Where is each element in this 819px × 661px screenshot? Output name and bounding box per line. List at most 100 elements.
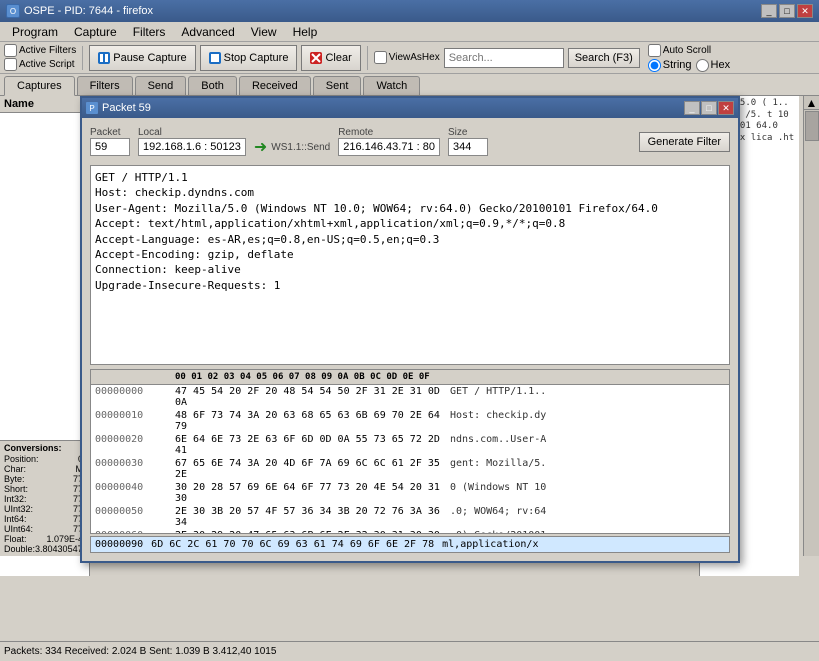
dialog-icon: P: [86, 102, 98, 114]
dialog-titlebar: P Packet 59 _ □ ✕: [82, 98, 738, 118]
active-script-checkbox[interactable]: Active Script: [4, 58, 76, 71]
hex-ascii: Host: checkip.dy: [450, 410, 725, 432]
local-addr-value: 192.168.1.6 : 50123: [138, 138, 246, 156]
hex-header: 00 01 02 03 04 05 06 07 08 09 0A 0B 0C 0…: [91, 370, 729, 385]
hex-bytes: 2E 30 3B 20 57 4F 57 36 34 3B 20 72 76 3…: [175, 506, 450, 528]
hex-ascii: .0; WOW64; rv:64: [450, 506, 725, 528]
hex-row[interactable]: 00000040 30 20 28 57 69 6E 64 6F 77 73 2…: [91, 481, 729, 505]
active-filters-checkbox[interactable]: Active Filters: [4, 44, 76, 57]
hex-bytes: 48 6F 73 74 3A 20 63 68 65 63 6B 69 70 2…: [175, 410, 450, 432]
int64-row: Int64: 77: [4, 514, 83, 524]
hex-row[interactable]: 00000020 6E 64 6E 73 2E 63 6F 6D 0D 0A 5…: [91, 433, 729, 457]
hex-bytes: 30 20 28 57 69 6E 64 6F 77 73 20 4E 54 2…: [175, 482, 450, 504]
minimize-button[interactable]: _: [761, 4, 777, 18]
hex-bytes: 67 65 6E 74 3A 20 4D 6F 7A 69 6C 6C 61 2…: [175, 458, 450, 480]
menu-capture[interactable]: Capture: [66, 23, 125, 41]
stop-icon: [209, 52, 221, 64]
tab-both[interactable]: Both: [188, 76, 237, 95]
autoscroll-input[interactable]: [648, 44, 661, 57]
hex-row[interactable]: 00000050 2E 30 3B 20 57 4F 57 36 34 3B 2…: [91, 505, 729, 529]
hex-row[interactable]: 00000030 67 65 6E 74 3A 20 4D 6F 7A 69 6…: [91, 457, 729, 481]
titlebar-controls: _ □ ✕: [761, 4, 813, 18]
clear-icon: [310, 52, 322, 64]
ws-label: WS1.1::Send: [271, 142, 330, 153]
int32-row: Int32: 77: [4, 494, 83, 504]
pause-icon: [98, 52, 110, 64]
hex-radio[interactable]: [696, 59, 709, 72]
packet-dialog: P Packet 59 _ □ ✕ Packet 59 Local 192.16…: [80, 96, 740, 563]
left-panel-header: Name: [0, 96, 89, 113]
selected-hex-bytes: 6D 6C 2C 61 70 70 6C 69 63 61 74 69 6F 6…: [151, 539, 434, 550]
hex-addr: 00000000: [95, 386, 175, 408]
remote-label: Remote: [338, 127, 440, 138]
viewashex-input[interactable]: [374, 51, 387, 64]
scrollbar-thumb[interactable]: [805, 111, 819, 141]
ws-label-text: [254, 126, 330, 137]
stop-capture-button[interactable]: Stop Capture: [200, 45, 298, 71]
hex-panel[interactable]: 00 01 02 03 04 05 06 07 08 09 0A 0B 0C 0…: [90, 369, 730, 534]
conversions-label: Conversions:: [4, 443, 83, 453]
selected-hex-addr: 00000090: [95, 539, 143, 550]
titlebar: O OSPE - PID: 7644 - firefox _ □ ✕: [0, 0, 819, 22]
packet-info-row: Packet 59 Local 192.168.1.6 : 50123 ➜ WS…: [90, 126, 730, 157]
dialog-body: Packet 59 Local 192.168.1.6 : 50123 ➜ WS…: [82, 118, 738, 561]
dialog-maximize-button[interactable]: □: [701, 101, 717, 115]
main-scrollbar[interactable]: ▲: [803, 96, 819, 556]
float-row: Float: 1.079E-4: [4, 534, 83, 544]
char-row: Char: M: [4, 464, 83, 474]
active-filters-input[interactable]: [4, 44, 17, 57]
active-script-input[interactable]: [4, 58, 17, 71]
size-label: Size: [448, 127, 488, 138]
local-addr-field: Local 192.168.1.6 : 50123: [138, 127, 246, 156]
hex-row[interactable]: 00000060 2E 30 29 20 47 65 63 6B 6F 2F 3…: [91, 529, 729, 534]
ws-field: ➜ WS1.1::Send: [254, 126, 330, 157]
tab-watch[interactable]: Watch: [363, 76, 420, 95]
hex-row[interactable]: 00000010 48 6F 73 74 3A 20 63 68 65 63 6…: [91, 409, 729, 433]
tab-captures[interactable]: Captures: [4, 76, 75, 96]
packet-number-field: Packet 59: [90, 127, 130, 156]
hex-addr: 00000050: [95, 506, 175, 528]
statusbar: Packets: 334 Received: 2.024 B Sent: 1.0…: [0, 641, 819, 661]
hex-row[interactable]: 00000000 47 45 54 20 2F 20 48 54 54 50 2…: [91, 385, 729, 409]
left-panel-content: [0, 113, 89, 117]
selected-hex-ascii: ml,application/x: [442, 539, 538, 550]
autoscroll-checkbox[interactable]: Auto Scroll: [648, 44, 730, 57]
search-input[interactable]: [444, 48, 564, 68]
menu-help[interactable]: Help: [285, 23, 326, 41]
tab-sent[interactable]: Sent: [313, 76, 362, 95]
menu-program[interactable]: Program: [4, 23, 66, 41]
tab-send[interactable]: Send: [135, 76, 187, 95]
tabbar: Captures Filters Send Both Received Sent…: [0, 74, 819, 96]
http-content-area[interactable]: GET / HTTP/1.1 Host: checkip.dyndns.com …: [90, 165, 730, 365]
dialog-minimize-button[interactable]: _: [684, 101, 700, 115]
hex-rows-container: 00000000 47 45 54 20 2F 20 48 54 54 50 2…: [91, 385, 729, 534]
menu-view[interactable]: View: [243, 23, 285, 41]
hex-radio-label[interactable]: Hex: [696, 59, 731, 72]
menu-filters[interactable]: Filters: [125, 23, 174, 41]
maximize-button[interactable]: □: [779, 4, 795, 18]
close-button[interactable]: ✕: [797, 4, 813, 18]
search-button[interactable]: Search (F3): [568, 48, 640, 68]
clear-button[interactable]: Clear: [301, 45, 360, 71]
viewashex-checkbox[interactable]: ViewAsHex: [374, 51, 440, 64]
pause-capture-button[interactable]: Pause Capture: [89, 45, 195, 71]
packet-label: Packet: [90, 127, 130, 138]
string-radio[interactable]: [648, 59, 661, 72]
tab-received[interactable]: Received: [239, 76, 311, 95]
direction-arrow: ➜: [254, 137, 267, 157]
hex-bytes: 47 45 54 20 2F 20 48 54 54 50 2F 31 2E 3…: [175, 386, 450, 408]
hex-ascii: ndns.com..User-A: [450, 434, 725, 456]
tab-filters[interactable]: Filters: [77, 76, 133, 95]
generate-filter-button[interactable]: Generate Filter: [639, 132, 730, 152]
scroll-up-button[interactable]: ▲: [804, 96, 819, 110]
app-icon: O: [6, 4, 20, 18]
display-mode-radios: String Hex: [648, 59, 730, 72]
hex-ascii: 0 (Windows NT 10: [450, 482, 725, 504]
hex-bytes: 2E 30 29 20 47 65 63 6B 6F 2F 32 30 31 3…: [175, 530, 450, 534]
menubar: // Will be populated after JSON parse Pr…: [0, 22, 819, 42]
selected-hex-row: 00000090 6D 6C 2C 61 70 70 6C 69 63 61 7…: [90, 536, 730, 553]
dialog-close-button[interactable]: ✕: [718, 101, 734, 115]
string-radio-label[interactable]: String: [648, 59, 692, 72]
menu-advanced[interactable]: Advanced: [173, 23, 242, 41]
toolbar: Active Filters Active Script Pause Captu…: [0, 42, 819, 74]
